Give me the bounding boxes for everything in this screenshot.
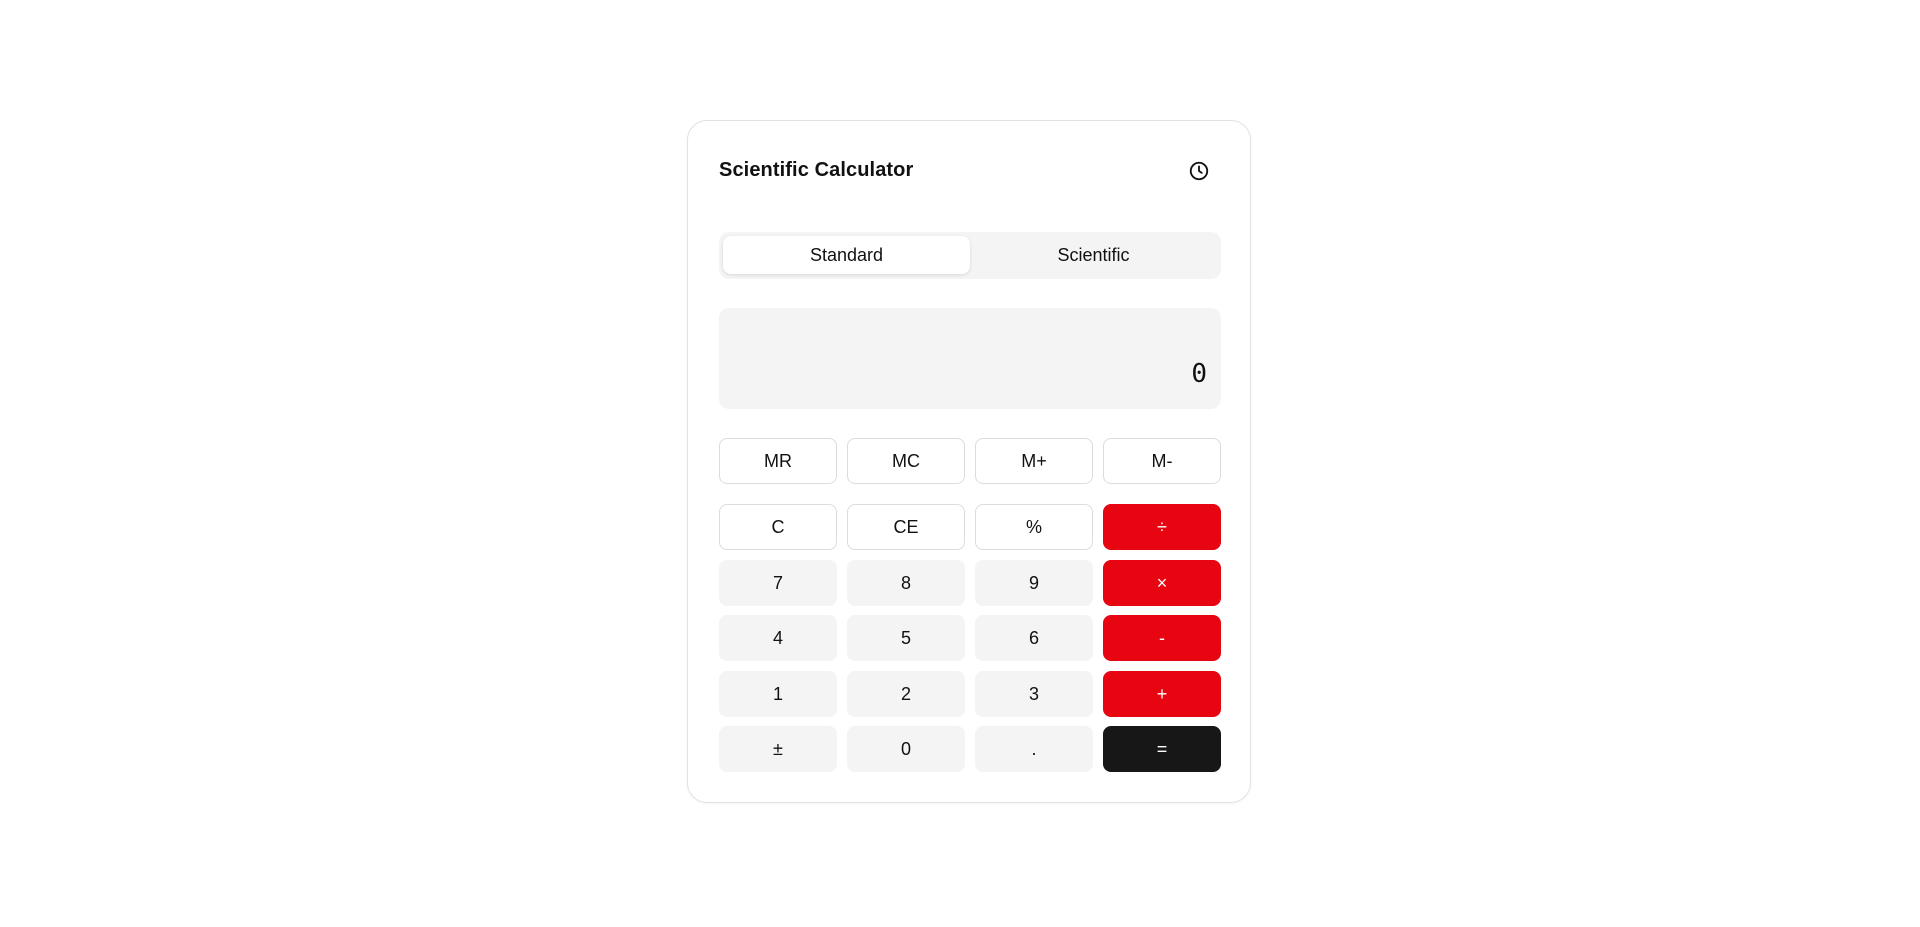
tab-scientific[interactable]: Scientific <box>970 236 1217 274</box>
mode-tabs: Standard Scientific <box>719 232 1221 279</box>
add-button[interactable]: + <box>1103 671 1221 717</box>
clock-icon <box>1189 161 1209 181</box>
display-value: 0 <box>1191 359 1207 389</box>
digit-2-button[interactable]: 2 <box>847 671 965 717</box>
digit-5-button[interactable]: 5 <box>847 615 965 661</box>
history-button[interactable] <box>1183 155 1215 187</box>
divide-button[interactable]: ÷ <box>1103 504 1221 550</box>
memory-clear-button[interactable]: MC <box>847 438 965 484</box>
calculator-header: Scientific Calculator <box>719 151 1221 191</box>
digit-4-button[interactable]: 4 <box>719 615 837 661</box>
multiply-button[interactable]: × <box>1103 560 1221 606</box>
negate-button[interactable]: ± <box>719 726 837 772</box>
app-title: Scientific Calculator <box>719 159 914 181</box>
digit-7-button[interactable]: 7 <box>719 560 837 606</box>
clear-button[interactable]: C <box>719 504 837 550</box>
digit-3-button[interactable]: 3 <box>975 671 1093 717</box>
digit-9-button[interactable]: 9 <box>975 560 1093 606</box>
equals-button[interactable]: = <box>1103 726 1221 772</box>
memory-recall-button[interactable]: MR <box>719 438 837 484</box>
memory-subtract-button[interactable]: M- <box>1103 438 1221 484</box>
digit-0-button[interactable]: 0 <box>847 726 965 772</box>
digit-6-button[interactable]: 6 <box>975 615 1093 661</box>
clear-entry-button[interactable]: CE <box>847 504 965 550</box>
memory-row: MR MC M+ M- <box>719 438 1221 485</box>
calculator-card: Scientific Calculator Standard Scientifi… <box>687 120 1251 803</box>
subtract-button[interactable]: - <box>1103 615 1221 661</box>
digit-8-button[interactable]: 8 <box>847 560 965 606</box>
percent-button[interactable]: % <box>975 504 1093 550</box>
digit-1-button[interactable]: 1 <box>719 671 837 717</box>
tab-standard[interactable]: Standard <box>723 236 970 274</box>
memory-add-button[interactable]: M+ <box>975 438 1093 484</box>
decimal-button[interactable]: . <box>975 726 1093 772</box>
calculator-display: 0 <box>719 308 1221 409</box>
